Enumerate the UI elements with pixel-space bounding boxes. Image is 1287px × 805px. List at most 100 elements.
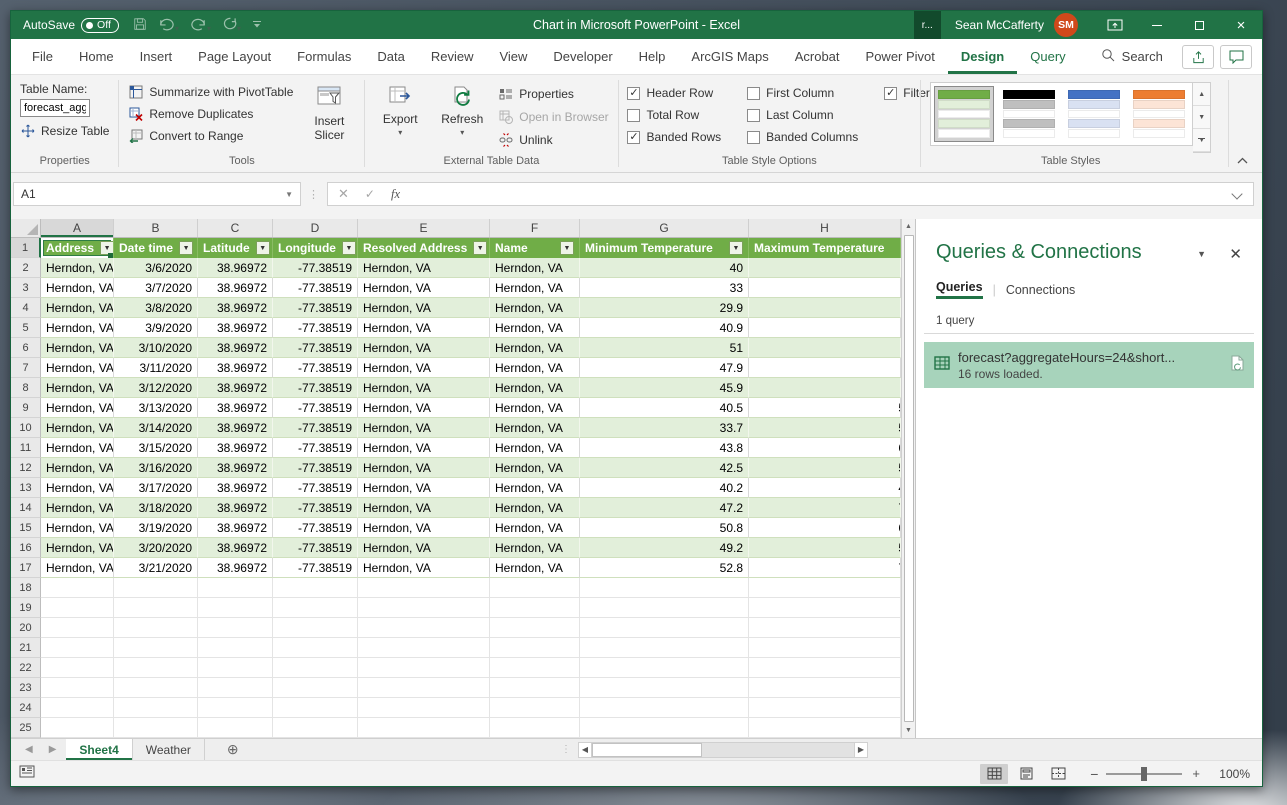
cell[interactable] <box>273 658 358 678</box>
filter-button[interactable]: ▼ <box>179 241 193 255</box>
column-header-c[interactable]: C <box>198 219 273 237</box>
cell[interactable]: 5 <box>749 418 901 438</box>
page-layout-view-button[interactable] <box>1012 764 1040 784</box>
ribbon-tab-design[interactable]: Design <box>948 39 1017 74</box>
cell[interactable]: Herndon, VA <box>41 318 114 338</box>
cell[interactable]: 38.96972 <box>198 258 273 278</box>
ribbon-tab-file[interactable]: File <box>19 39 66 74</box>
cell[interactable]: 3/7/2020 <box>114 278 198 298</box>
row-header-18[interactable]: 18 <box>11 578 41 598</box>
cell[interactable]: -77.38519 <box>273 558 358 578</box>
horizontal-scrollbar[interactable] <box>592 742 854 758</box>
formula-input[interactable] <box>416 184 1217 204</box>
table-style-black[interactable] <box>999 86 1059 142</box>
cell[interactable]: Herndon, VA <box>358 258 490 278</box>
cell[interactable]: 38.96972 <box>198 438 273 458</box>
zoom-out-icon[interactable]: − <box>1090 766 1098 782</box>
cell[interactable]: Herndon, VA <box>41 558 114 578</box>
vertical-scrollbar[interactable]: ▲ ▼ <box>901 219 915 738</box>
cell[interactable]: 38.96972 <box>198 278 273 298</box>
user-name[interactable]: Sean McCafferty <box>955 18 1044 32</box>
cell[interactable]: Herndon, VA <box>358 438 490 458</box>
name-box[interactable]: A1 ▼ <box>13 182 301 206</box>
cell[interactable]: 38.96972 <box>198 398 273 418</box>
checkbox-first-column[interactable]: First Column <box>747 84 858 102</box>
cell[interactable]: 40.5 <box>580 398 749 418</box>
cell[interactable] <box>273 598 358 618</box>
cell[interactable]: Herndon, VA <box>358 318 490 338</box>
cell[interactable]: Herndon, VA <box>41 258 114 278</box>
cell[interactable]: Herndon, VA <box>358 378 490 398</box>
checkbox-banded-columns[interactable]: Banded Columns <box>747 128 858 146</box>
cell[interactable]: 3/20/2020 <box>114 538 198 558</box>
vertical-scrollbar-thumb[interactable] <box>904 235 914 722</box>
cell[interactable] <box>198 618 273 638</box>
ribbon-tab-view[interactable]: View <box>486 39 540 74</box>
row-header-3[interactable]: 3 <box>11 278 41 298</box>
cell[interactable] <box>41 598 114 618</box>
checkbox-banded-rows[interactable]: ✓Banded Rows <box>627 128 721 146</box>
table-header-name[interactable]: Name▼ <box>490 238 580 258</box>
checkbox-total-row[interactable]: Total Row <box>627 106 721 124</box>
column-header-f[interactable]: F <box>490 219 580 237</box>
cell[interactable] <box>580 698 749 718</box>
expand-formula-bar-icon[interactable] <box>1231 188 1242 199</box>
filter-button[interactable]: ▼ <box>729 241 743 255</box>
cell[interactable] <box>273 618 358 638</box>
cell[interactable]: 3/21/2020 <box>114 558 198 578</box>
cell[interactable]: 3/9/2020 <box>114 318 198 338</box>
ribbon-tab-data[interactable]: Data <box>364 39 417 74</box>
cell[interactable] <box>490 698 580 718</box>
cell[interactable]: -77.38519 <box>273 318 358 338</box>
cell[interactable]: 6 <box>749 438 901 458</box>
cell[interactable] <box>749 718 901 738</box>
row-header-20[interactable]: 20 <box>11 618 41 638</box>
row-header-24[interactable]: 24 <box>11 698 41 718</box>
cell[interactable] <box>749 698 901 718</box>
cell[interactable]: Herndon, VA <box>490 438 580 458</box>
cell[interactable]: 52.8 <box>580 558 749 578</box>
cell[interactable]: 33 <box>580 278 749 298</box>
cell[interactable]: Herndon, VA <box>41 458 114 478</box>
cell[interactable]: 38.96972 <box>198 418 273 438</box>
lasso-select-icon[interactable]: ▾ <box>222 17 241 34</box>
row-header-13[interactable]: 13 <box>11 478 41 498</box>
cell[interactable] <box>358 578 490 598</box>
cell[interactable]: 50.8 <box>580 518 749 538</box>
column-header-d[interactable]: D <box>273 219 358 237</box>
cell[interactable]: 3/18/2020 <box>114 498 198 518</box>
cell[interactable]: -77.38519 <box>273 358 358 378</box>
cell[interactable] <box>114 658 198 678</box>
cancel-icon[interactable]: ✕ <box>338 186 349 202</box>
zoom-slider-thumb[interactable] <box>1141 767 1147 781</box>
cell[interactable] <box>198 578 273 598</box>
cell[interactable]: -77.38519 <box>273 398 358 418</box>
close-button[interactable]: × <box>1220 11 1262 39</box>
cell[interactable]: Herndon, VA <box>490 458 580 478</box>
cell[interactable]: Herndon, VA <box>490 538 580 558</box>
cell[interactable]: Herndon, VA <box>490 318 580 338</box>
summarize-with-pivottable-button[interactable]: Summarize with PivotTable <box>128 82 293 101</box>
cell[interactable] <box>749 278 901 298</box>
cell[interactable]: -77.38519 <box>273 338 358 358</box>
table-style-blue[interactable] <box>1064 86 1124 142</box>
cell[interactable]: Herndon, VA <box>358 518 490 538</box>
query-list-item[interactable]: forecast?aggregateHours=24&short... 16 r… <box>924 342 1254 388</box>
cell[interactable] <box>41 658 114 678</box>
cell[interactable]: -77.38519 <box>273 278 358 298</box>
cell[interactable]: Herndon, VA <box>358 558 490 578</box>
cell[interactable]: Herndon, VA <box>490 258 580 278</box>
cell[interactable]: -77.38519 <box>273 458 358 478</box>
zoom-in-icon[interactable]: + <box>1192 766 1200 781</box>
cell[interactable]: 3/19/2020 <box>114 518 198 538</box>
cell[interactable]: Herndon, VA <box>490 398 580 418</box>
column-header-a[interactable]: A <box>41 219 114 237</box>
cell[interactable]: 38.96972 <box>198 498 273 518</box>
panel-close-icon[interactable]: ✕ <box>1229 245 1242 263</box>
cell[interactable]: Herndon, VA <box>490 378 580 398</box>
row-header-1[interactable]: 1 <box>11 238 41 258</box>
cell[interactable]: Herndon, VA <box>490 498 580 518</box>
cell[interactable]: Herndon, VA <box>41 478 114 498</box>
cell[interactable] <box>749 258 901 278</box>
cell[interactable]: 3/6/2020 <box>114 258 198 278</box>
